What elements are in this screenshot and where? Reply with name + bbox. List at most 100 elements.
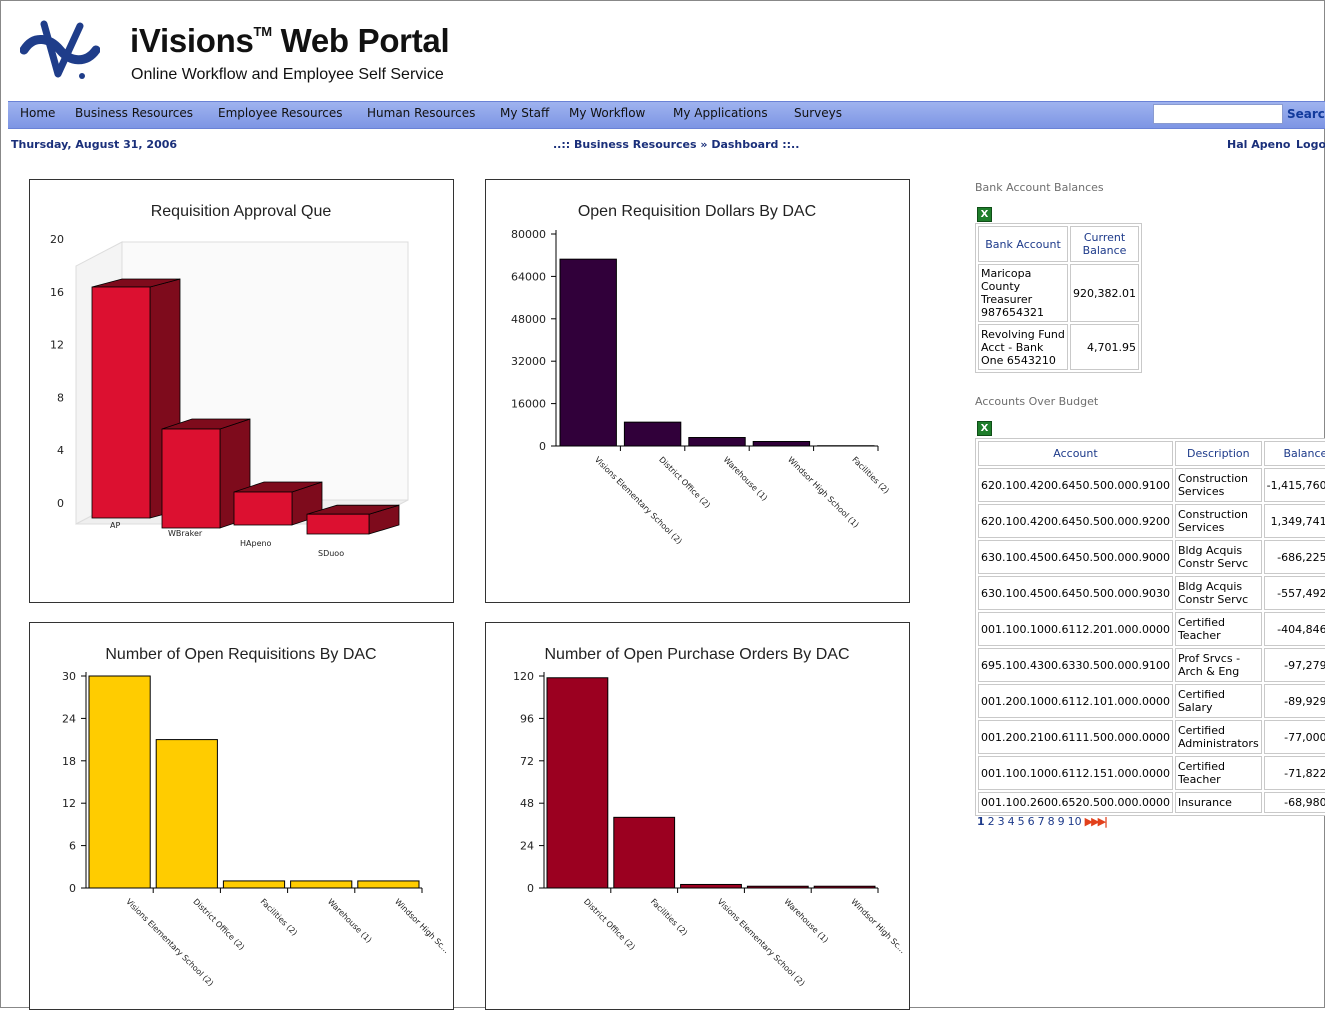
table-row: 620.100.4200.6450.500.000.9100Constructi… [978,468,1325,502]
x-tick-label: AP [110,521,120,530]
page-link[interactable]: 8 [1048,815,1055,828]
y-tick-label: 0 [527,882,534,895]
nav-surveys[interactable]: Surveys [794,106,842,120]
account-cell: 001.100.1000.6112.151.000.0000 [978,756,1173,790]
bank-account-cell: Maricopa County Treasurer 987654321 [978,264,1068,322]
y-tick-label: 12 [50,339,64,352]
breadcrumb[interactable]: ..:: Business Resources » Dashboard ::.. [553,138,799,151]
bank-balances-title: Bank Account Balances [975,181,1104,194]
next-page-icon[interactable]: ▶▶▶| [1085,815,1106,828]
x-tick-label: District Office (2) [657,455,712,510]
chart-title: Number of Open Requisitions By DAC [105,646,376,663]
bar [753,441,809,446]
table-header-row: Account Description Balance [978,441,1325,466]
page-link[interactable]: 4 [1008,815,1015,828]
y-tick-label: 8 [57,391,64,404]
bar [307,514,369,534]
x-tick-label: Warehouse (1) [722,455,770,503]
chart-requisition-approval-que: Requisition Approval Que048121620APWBrak… [29,179,454,603]
description-cell: Certified Administrators [1175,720,1262,754]
page-link[interactable]: 6 [1028,815,1035,828]
column-header[interactable]: Description [1175,441,1262,466]
page-link[interactable]: 9 [1058,815,1065,828]
column-header[interactable]: Bank Account [978,226,1068,262]
y-tick-label: 30 [62,670,76,683]
x-tick-label: WBraker [168,529,203,538]
table-row: Maricopa County Treasurer 987654321 920,… [978,264,1139,322]
y-tick-label: 20 [50,233,64,246]
y-tick-label: 0 [57,497,64,510]
balance-cell: -71,822.00 [1264,756,1325,790]
x-tick-label: HApeno [240,539,272,548]
bar [547,678,608,888]
chart-open-purchase-orders: Number of Open Purchase Orders By DAC024… [485,622,910,1010]
x-tick-label: Windsor High School (1) [786,455,861,530]
logout-link[interactable]: Logout [1296,138,1325,151]
chart-open-requisition-dollars: Open Requisition Dollars By DAC016000320… [485,179,910,603]
excel-icon[interactable]: X [977,421,992,436]
table-row: 630.100.4500.6450.500.000.9000Bldg Acqui… [978,540,1325,574]
x-tick-label: SDuoo [318,549,344,558]
y-tick-label: 24 [520,840,534,853]
y-tick-label: 0 [539,440,546,453]
search-input[interactable] [1153,104,1283,124]
excel-icon[interactable]: X [977,207,992,222]
bar [358,881,419,888]
page-link[interactable]: 5 [1018,815,1025,828]
x-tick-label: District Office (2) [191,897,246,952]
column-header[interactable]: Account [978,441,1173,466]
column-header[interactable]: Balance [1264,441,1325,466]
page-link[interactable]: 1 [977,815,985,828]
nav-my-applications[interactable]: My Applications [673,106,768,120]
account-cell: 001.100.1000.6112.201.000.0000 [978,612,1173,646]
description-cell: Bldg Acquis Constr Servc [1175,540,1262,574]
portal-subtitle: Online Workflow and Employee Self Servic… [131,66,444,84]
balance-cell: -1,415,760.00 [1264,468,1325,502]
balance-cell: -404,846.63 [1264,612,1325,646]
nav-human-resources[interactable]: Human Resources [367,106,475,120]
bar [223,881,284,888]
nav-business-resources[interactable]: Business Resources [75,106,193,120]
nav-my-workflow[interactable]: My Workflow [569,106,645,120]
y-tick-label: 12 [62,797,76,810]
balance-cell: -89,929.15 [1264,684,1325,718]
page-link[interactable]: 2 [988,815,995,828]
y-tick-label: 64000 [511,270,546,283]
page-link[interactable]: 3 [998,815,1005,828]
x-tick-label: Windsor High Sc... [849,897,907,955]
description-cell: Insurance [1175,792,1262,813]
table-row: 001.100.2600.6520.500.000.0000Insurance-… [978,792,1325,813]
bar [614,817,675,888]
nav-employee-resources[interactable]: Employee Resources [218,106,343,120]
nav-my-staff[interactable]: My Staff [500,106,549,120]
search-button[interactable]: Search [1287,107,1325,121]
portal-title: iVisionsTM Web Portal [130,22,449,60]
table-row: 001.200.1000.6112.101.000.0000Certified … [978,684,1325,718]
description-cell: Prof Srvcs - Arch & Eng [1175,648,1262,682]
account-cell: 001.200.1000.6112.101.000.0000 [978,684,1173,718]
column-header[interactable]: Current Balance [1070,226,1139,262]
bar [747,886,808,888]
y-tick-label: 4 [57,444,64,457]
y-tick-label: 16000 [511,398,546,411]
nav-home[interactable]: Home [20,106,55,120]
y-tick-label: 80000 [511,228,546,241]
balance-cell: 1,349,741.00 [1264,504,1325,538]
description-cell: Bldg Acquis Constr Servc [1175,576,1262,610]
chart-open-requisitions-count: Number of Open Requisitions By DAC061218… [29,622,454,1010]
page-link[interactable]: 10 [1068,815,1082,828]
description-cell: Construction Services [1175,468,1262,502]
balance-cell: 4,701.95 [1070,324,1139,370]
page-link[interactable]: 7 [1038,815,1045,828]
main-nav [8,101,1325,129]
table-row: 001.100.1000.6112.151.000.0000Certified … [978,756,1325,790]
ivisions-logo [20,20,100,82]
current-date: Thursday, August 31, 2006 [11,138,177,151]
balance-cell: -68,980.00 [1264,792,1325,813]
y-tick-label: 48 [520,797,534,810]
account-cell: 620.100.4200.6450.500.000.9100 [978,468,1173,502]
y-tick-label: 18 [62,755,76,768]
description-cell: Certified Teacher [1175,612,1262,646]
balance-cell: -97,279.24 [1264,648,1325,682]
balance-cell: -557,492.00 [1264,576,1325,610]
